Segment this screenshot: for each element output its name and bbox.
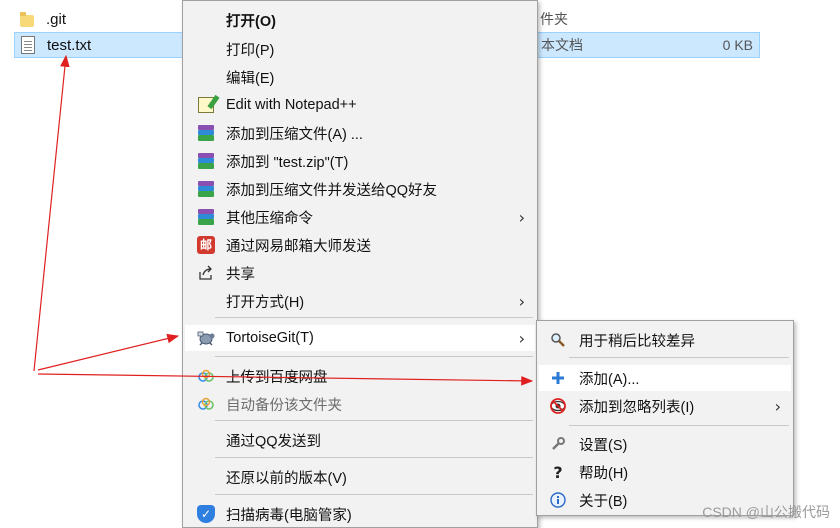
menu-item-virus-scan[interactable]: ✓ 扫描病毒(电脑管家) — [185, 501, 535, 527]
ignore-icon — [549, 397, 567, 415]
watermark: CSDN @山公搬代码 — [702, 504, 830, 520]
submenu-label: 添加(A)... — [579, 371, 640, 388]
menu-label: Edit with Notepad++ — [226, 97, 357, 113]
submenu-label: 用于稍后比较差异 — [579, 333, 695, 350]
menu-separator — [215, 494, 533, 495]
file-name: test.txt — [47, 36, 92, 54]
menu-label: 添加到压缩文件(A) ... — [226, 126, 363, 143]
menu-item-open[interactable]: 打开(O) — [185, 7, 535, 33]
submenu-item-help[interactable]: ? 帮助(H) — [539, 459, 791, 485]
baidu-cloud-icon — [197, 395, 215, 413]
notepad-plus-plus-icon — [197, 96, 215, 114]
winrar-icon — [197, 152, 215, 170]
submenu-item-add[interactable]: 添加(A)... — [539, 365, 791, 391]
menu-label: 打印(P) — [226, 42, 275, 59]
menu-separator — [215, 356, 533, 357]
baidu-cloud-icon — [197, 367, 215, 385]
menu-item-edit[interactable]: 编辑(E) — [185, 64, 535, 90]
file-type: 本文档 — [541, 37, 583, 53]
menu-item-restore-versions[interactable]: 还原以前的版本(V) — [185, 464, 535, 490]
menu-label: 打开(O) — [226, 13, 276, 30]
pc-manager-shield-icon: ✓ — [197, 505, 215, 523]
chevron-right-icon: › — [518, 207, 525, 227]
file-name: .git — [46, 10, 67, 28]
submenu-separator — [569, 425, 789, 426]
menu-item-archive-and-send-qq[interactable]: 添加到压缩文件并发送给QQ好友 — [185, 176, 535, 202]
menu-label: 通过网易邮箱大师发送 — [226, 238, 371, 255]
netease-mail-icon: 邮 — [197, 236, 215, 254]
chevron-right-icon: › — [774, 396, 781, 416]
context-menu: 打开(O) 打印(P) 编辑(E) Edit with Notepad++ 添加… — [182, 0, 538, 528]
submenu-item-add-to-ignore[interactable]: 添加到忽略列表(I) › — [539, 393, 791, 419]
help-icon: ? — [553, 462, 563, 482]
chevron-right-icon: › — [518, 291, 525, 311]
menu-item-print[interactable]: 打印(P) — [185, 36, 535, 62]
file-size: 0 KB — [722, 37, 753, 53]
folder-icon — [20, 12, 34, 27]
menu-label: 打开方式(H) — [226, 294, 305, 311]
menu-item-netease-mail[interactable]: 邮 通过网易邮箱大师发送 — [185, 232, 535, 258]
submenu-label: 添加到忽略列表(I) — [579, 399, 695, 416]
wrench-icon — [549, 435, 567, 453]
menu-item-notepad-plus-plus[interactable]: Edit with Notepad++ — [185, 92, 535, 118]
tortoisegit-submenu: 用于稍后比较差异 添加(A)... 添加到忽略列表(I) › 设置(S) ? 帮… — [536, 320, 794, 516]
menu-label: 其他压缩命令 — [226, 210, 313, 227]
tortoisegit-icon — [197, 329, 215, 347]
info-icon — [549, 491, 567, 509]
submenu-item-diff-later[interactable]: 用于稍后比较差异 — [539, 327, 791, 353]
winrar-icon — [197, 180, 215, 198]
menu-separator — [215, 420, 533, 421]
add-plus-icon — [549, 369, 567, 387]
chevron-right-icon: › — [518, 328, 525, 348]
menu-label: 扫描病毒(电脑管家) — [226, 507, 352, 524]
menu-label: 还原以前的版本(V) — [226, 470, 347, 487]
menu-separator — [215, 317, 533, 318]
arrow-to-file — [33, 54, 70, 372]
menu-item-send-via-qq[interactable]: 通过QQ发送到 — [185, 427, 535, 453]
menu-item-add-to-test-zip[interactable]: 添加到 "test.zip"(T) — [185, 148, 535, 174]
file-type: 件夹 — [540, 11, 568, 27]
menu-item-share[interactable]: 共享 — [185, 260, 535, 286]
winrar-icon — [197, 124, 215, 142]
menu-item-auto-backup[interactable]: 自动备份该文件夹 — [185, 391, 535, 417]
menu-label: 添加到 "test.zip"(T) — [226, 154, 349, 171]
submenu-item-settings[interactable]: 设置(S) — [539, 431, 791, 457]
menu-label: 上传到百度网盘 — [226, 369, 328, 386]
submenu-separator — [569, 357, 789, 358]
menu-label: TortoiseGit(T) — [226, 330, 314, 346]
submenu-label: 设置(S) — [579, 437, 628, 454]
menu-item-tortoisegit[interactable]: TortoiseGit(T) › — [185, 325, 535, 351]
share-icon — [197, 264, 215, 282]
submenu-label: 帮助(H) — [579, 465, 629, 482]
menu-item-baidu-upload[interactable]: 上传到百度网盘 — [185, 363, 535, 389]
menu-label: 添加到压缩文件并发送给QQ好友 — [226, 182, 438, 199]
arrow-to-tortoisegit — [37, 333, 180, 371]
menu-label: 自动备份该文件夹 — [226, 397, 342, 414]
magnifier-icon — [549, 331, 567, 349]
submenu-label: 关于(B) — [579, 493, 628, 510]
menu-item-add-to-archive[interactable]: 添加到压缩文件(A) ... — [185, 120, 535, 146]
menu-label: 通过QQ发送到 — [226, 433, 322, 450]
winrar-icon — [197, 208, 215, 226]
text-file-icon — [21, 36, 35, 54]
menu-separator — [215, 457, 533, 458]
menu-label: 编辑(E) — [226, 70, 275, 87]
menu-item-other-compress[interactable]: 其他压缩命令 › — [185, 204, 535, 230]
menu-item-open-with[interactable]: 打开方式(H) › — [185, 288, 535, 314]
menu-label: 共享 — [226, 266, 255, 283]
